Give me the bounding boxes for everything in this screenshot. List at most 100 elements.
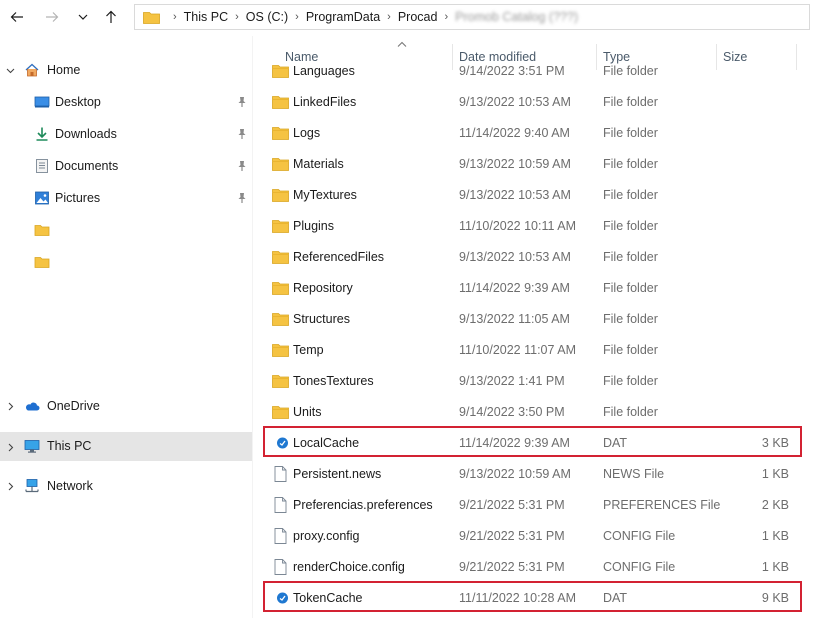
file-row[interactable]: Logs 11/14/2022 9:40 AM File folder xyxy=(254,118,813,149)
nav-item-onedrive[interactable]: OneDrive xyxy=(0,392,252,420)
pin-icon[interactable] xyxy=(236,128,248,140)
nav-label-downloads: Downloads xyxy=(55,127,117,141)
file-date-modified: 11/14/2022 9:40 AM xyxy=(459,126,570,140)
breadcrumb-programdata[interactable]: ProgramData xyxy=(306,10,380,24)
chevron-down-icon[interactable] xyxy=(5,65,15,75)
nav-item-documents[interactable]: Documents xyxy=(0,152,252,180)
file-row[interactable]: Languages 9/14/2022 3:51 PM File folder xyxy=(254,62,813,87)
pictures-icon xyxy=(34,190,50,206)
file-date-modified: 9/13/2022 1:41 PM xyxy=(459,374,565,388)
file-row[interactable]: Temp 11/10/2022 11:07 AM File folder xyxy=(254,335,813,366)
file-row[interactable]: Units 9/14/2022 3:50 PM File folder xyxy=(254,397,813,428)
address-bar[interactable]: › This PC › OS (C:) › ProgramData › Proc… xyxy=(134,4,810,30)
breadcrumb-separator-icon: › xyxy=(173,11,177,23)
nav-label-home: Home xyxy=(47,63,81,77)
file-type: File folder xyxy=(603,312,658,326)
chevron-right-icon[interactable] xyxy=(5,442,15,452)
breadcrumb-os-c[interactable]: OS (C:) xyxy=(246,10,288,24)
file-date-modified: 9/13/2022 11:05 AM xyxy=(459,312,570,326)
pane-divider[interactable] xyxy=(252,36,253,618)
nav-label-onedrive: OneDrive xyxy=(47,399,100,413)
folder-icon xyxy=(272,280,289,296)
file-size: 1 KB xyxy=(761,560,789,574)
arrow-up-icon xyxy=(106,10,116,23)
breadcrumb-this-pc[interactable]: This PC xyxy=(184,10,228,24)
folder-icon xyxy=(272,249,289,265)
file-type: File folder xyxy=(603,281,658,295)
file-row[interactable]: Preferencias.preferences 9/21/2022 5:31 P… xyxy=(254,490,813,521)
nav-item-desktop[interactable]: Desktop xyxy=(0,88,252,116)
file-size: 1 KB xyxy=(761,529,789,543)
nav-item-home[interactable]: Home xyxy=(0,56,252,84)
breadcrumb-separator-icon: › xyxy=(444,11,449,23)
nav-label-desktop: Desktop xyxy=(55,95,101,109)
file-row[interactable]: Structures 9/13/2022 11:05 AM File folder xyxy=(254,304,813,335)
file-row[interactable]: ReferencedFiles 9/13/2022 10:53 AM File fo… xyxy=(254,242,813,273)
arrow-right-icon xyxy=(46,12,59,22)
pin-icon[interactable] xyxy=(236,160,248,172)
back-button[interactable] xyxy=(5,6,29,28)
highlight-box-tokencache xyxy=(263,581,802,612)
documents-icon xyxy=(34,158,50,174)
network-icon xyxy=(24,478,40,494)
file-row[interactable]: renderChoice.config 9/21/2022 5:31 PM CONF… xyxy=(254,552,813,583)
nav-item-network[interactable]: Network xyxy=(0,472,252,500)
file-type: File folder xyxy=(603,250,658,264)
breadcrumb-promob[interactable]: Promob Catalog (???) xyxy=(455,10,578,24)
nav-item-downloads[interactable]: Downloads xyxy=(0,120,252,148)
cloud-icon xyxy=(24,398,40,414)
breadcrumb-procad[interactable]: Procad xyxy=(398,10,438,24)
file-row[interactable]: Plugins 11/10/2022 10:11 AM File folder xyxy=(254,211,813,242)
file-type: File folder xyxy=(603,157,658,171)
breadcrumb-separator-icon: › xyxy=(235,11,239,23)
computer-icon xyxy=(24,438,40,454)
nav-item-pictures[interactable]: Pictures xyxy=(0,184,252,212)
folder-icon xyxy=(272,311,289,327)
folder-icon xyxy=(272,125,289,141)
file-row[interactable]: proxy.config 9/21/2022 5:31 PM CONFIG File… xyxy=(254,521,813,552)
pin-icon[interactable] xyxy=(236,192,248,204)
file-name: Materials xyxy=(293,157,344,171)
nav-item-folder[interactable] xyxy=(0,216,252,244)
file-row[interactable]: TonesTextures 9/13/2022 1:41 PM File folde… xyxy=(254,366,813,397)
forward-button[interactable] xyxy=(40,6,64,28)
nav-item-this-pc[interactable]: This PC xyxy=(0,432,252,461)
file-type: File folder xyxy=(603,126,658,140)
file-list: Languages 9/14/2022 3:51 PM File folder Lin… xyxy=(254,62,813,618)
folder-icon xyxy=(143,11,160,24)
file-row[interactable]: LinkedFiles 9/13/2022 10:53 AM File folder xyxy=(254,87,813,118)
nav-item-folder[interactable] xyxy=(0,248,252,276)
recent-locations-button[interactable] xyxy=(71,6,95,28)
file-type: File folder xyxy=(603,374,658,388)
pin-icon[interactable] xyxy=(236,96,248,108)
folder-icon xyxy=(34,222,50,238)
up-button[interactable] xyxy=(99,6,123,28)
file-name: Repository xyxy=(293,281,353,295)
arrow-left-icon xyxy=(10,12,23,22)
file-name: Persistent.news xyxy=(293,467,382,481)
navigation-pane: Home Desktop Downloads Documents Picture… xyxy=(0,36,252,618)
file-icon xyxy=(272,466,289,482)
file-type: File folder xyxy=(603,405,658,419)
file-row[interactable]: Repository 11/14/2022 9:39 AM File folder xyxy=(254,273,813,304)
file-name: LinkedFiles xyxy=(293,95,357,109)
chevron-right-icon[interactable] xyxy=(5,481,15,491)
folder-icon xyxy=(272,373,289,389)
nav-label-network: Network xyxy=(47,479,93,493)
file-row[interactable]: Materials 9/13/2022 10:59 AM File folder xyxy=(254,149,813,180)
folder-icon xyxy=(272,156,289,172)
chevron-right-icon[interactable] xyxy=(5,401,15,411)
file-date-modified: 11/10/2022 11:07 AM xyxy=(459,343,576,357)
file-date-modified: 9/13/2022 10:59 AM xyxy=(459,157,571,171)
folder-icon xyxy=(272,187,289,203)
file-name: Structures xyxy=(293,312,350,326)
file-icon xyxy=(272,528,289,544)
file-name: Logs xyxy=(293,126,321,140)
file-row[interactable]: Persistent.news 9/13/2022 10:59 AM NEWS Fi… xyxy=(254,459,813,490)
nav-label-documents: Documents xyxy=(55,159,119,173)
file-row[interactable]: MyTextures 9/13/2022 10:53 AM File folder xyxy=(254,180,813,211)
folder-icon xyxy=(272,342,289,358)
file-name: Preferencias.preferences xyxy=(293,498,433,512)
navigation-toolbar: › This PC › OS (C:) › ProgramData › Proc… xyxy=(0,0,813,36)
file-date-modified: 9/21/2022 5:31 PM xyxy=(459,560,565,574)
